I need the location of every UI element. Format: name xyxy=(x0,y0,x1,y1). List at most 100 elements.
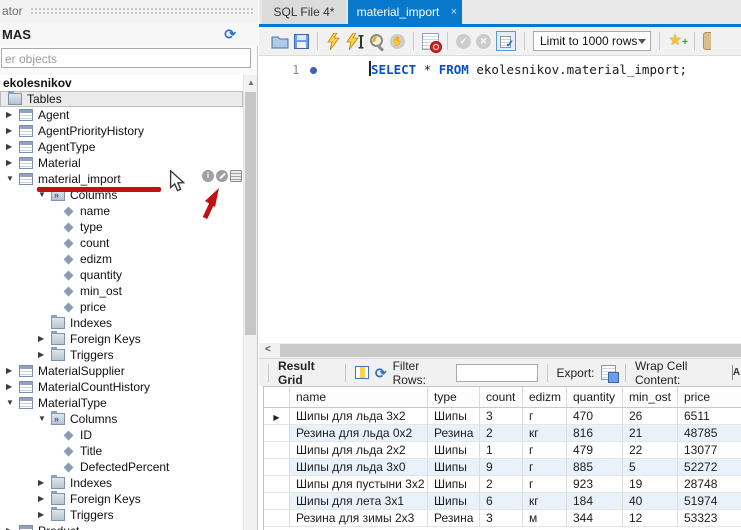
cell[interactable]: 51974 xyxy=(678,493,741,510)
cell[interactable]: 9 xyxy=(480,459,523,476)
export-icon[interactable] xyxy=(601,365,616,380)
execute-icon[interactable] xyxy=(326,33,340,50)
tree-item-tables[interactable]: Tables xyxy=(0,91,243,107)
refresh-schemas-icon[interactable]: ⟳ xyxy=(224,27,236,41)
cell[interactable]: г xyxy=(523,408,567,425)
tree-item-column[interactable]: price xyxy=(0,299,243,315)
cell[interactable]: 923 xyxy=(567,476,623,493)
scroll-left-icon[interactable]: < xyxy=(265,344,271,355)
schema-filter-input[interactable]: er objects xyxy=(1,48,251,68)
cell[interactable]: 6511 xyxy=(678,408,741,425)
collapse-icon[interactable] xyxy=(6,171,19,187)
tab-sql-file[interactable]: SQL File 4* xyxy=(262,0,346,24)
tree-item-indexes[interactable]: Indexes xyxy=(0,315,243,331)
cell[interactable]: г xyxy=(523,459,567,476)
tree-item-triggers[interactable]: Triggers xyxy=(0,347,243,363)
cell[interactable]: Шипы для лета 3x1 xyxy=(290,493,428,510)
scrollbar-thumb[interactable] xyxy=(245,92,256,335)
cell[interactable]: Резина для зимы 2x3 xyxy=(290,510,428,527)
editor-horizontal-scrollbar[interactable]: < xyxy=(259,343,741,358)
expand-icon[interactable] xyxy=(6,139,19,155)
expand-icon[interactable] xyxy=(6,155,19,171)
row-selector[interactable] xyxy=(264,510,290,527)
tree-item-column[interactable]: edizm xyxy=(0,251,243,267)
sql-code-editor[interactable]: 1 SELECT * FROM ekolesnikov.material_imp… xyxy=(259,56,741,343)
cell[interactable]: 2 xyxy=(480,425,523,442)
tree-item-table[interactable]: MaterialSupplier xyxy=(0,363,243,379)
refresh-results-icon[interactable]: ⟳ xyxy=(375,366,387,380)
cell[interactable]: Шипы xyxy=(428,493,480,510)
cell[interactable]: 3 xyxy=(480,510,523,527)
row-selector[interactable] xyxy=(264,459,290,476)
cell[interactable]: 1 xyxy=(480,442,523,459)
tree-item-column[interactable]: DefectedPercent xyxy=(0,459,243,475)
tree-item-columns[interactable]: Columns xyxy=(0,411,243,427)
cell[interactable]: 40 xyxy=(623,493,678,510)
explain-icon[interactable] xyxy=(369,33,385,49)
table-row[interactable]: Шипы для пустыни 3x2 Шипы 2 г 923 19 287… xyxy=(264,476,741,493)
row-selector[interactable] xyxy=(264,476,290,493)
expand-icon[interactable] xyxy=(38,507,51,523)
tree-item-schema[interactable]: ekolesnikov xyxy=(0,75,243,91)
cell[interactable]: 19 xyxy=(623,476,678,493)
scroll-up-icon[interactable]: ▲ xyxy=(244,75,258,90)
wrap-cell-content-icon[interactable]: A xyxy=(732,365,741,380)
cell[interactable]: 12 xyxy=(623,510,678,527)
cell[interactable]: Шипы для пустыни 3x2 xyxy=(290,476,428,493)
tree-item-column[interactable]: ID xyxy=(0,427,243,443)
tree-scrollbar[interactable]: ▲ xyxy=(243,75,257,530)
cell[interactable]: Шипы для льда 3x2 xyxy=(290,408,428,425)
cell[interactable]: 21 xyxy=(623,425,678,442)
cell[interactable]: 52272 xyxy=(678,459,741,476)
save-icon[interactable] xyxy=(294,34,309,49)
execute-current-icon[interactable] xyxy=(345,33,364,50)
expand-icon[interactable] xyxy=(38,347,51,363)
tree-item-materialtype[interactable]: MaterialType xyxy=(0,395,243,411)
column-header[interactable]: count xyxy=(480,387,523,407)
expand-icon[interactable] xyxy=(38,475,51,491)
row-selector[interactable] xyxy=(264,442,290,459)
tree-item-column[interactable]: Title xyxy=(0,443,243,459)
cell[interactable]: 22 xyxy=(623,442,678,459)
cell[interactable]: 48785 xyxy=(678,425,741,442)
tree-item-table[interactable]: Product xyxy=(0,523,243,530)
open-file-icon[interactable] xyxy=(271,34,289,49)
row-selector[interactable] xyxy=(264,425,290,442)
cell[interactable]: 344 xyxy=(567,510,623,527)
expand-icon[interactable] xyxy=(6,363,19,379)
table-row[interactable]: Шипы для льда 3x2 Шипы 3 г 470 26 6511 xyxy=(264,408,741,425)
cell[interactable]: Шипы для льда 3x0 xyxy=(290,459,428,476)
cell[interactable]: 28748 xyxy=(678,476,741,493)
table-info-icon[interactable]: i xyxy=(202,170,214,182)
cell[interactable]: Шипы xyxy=(428,459,480,476)
cell[interactable]: 816 xyxy=(567,425,623,442)
column-header[interactable]: price xyxy=(678,387,741,407)
tree-item-table[interactable]: Agent xyxy=(0,107,243,123)
tree-item-column[interactable]: count xyxy=(0,235,243,251)
tree-item-column[interactable]: quantity xyxy=(0,267,243,283)
expand-icon[interactable] xyxy=(6,379,19,395)
cell[interactable]: 470 xyxy=(567,408,623,425)
cell[interactable]: Резина xyxy=(428,425,480,442)
cell[interactable]: Шипы xyxy=(428,408,480,425)
cell[interactable]: 26 xyxy=(623,408,678,425)
tab-material-import[interactable]: material_import × xyxy=(348,0,462,24)
cell[interactable]: 2 xyxy=(480,476,523,493)
table-row[interactable]: Шипы для лета 3x1 Шипы 6 кг 184 40 51974 xyxy=(264,493,741,510)
expand-icon[interactable] xyxy=(38,491,51,507)
table-row[interactable]: Шипы для льда 3x0 Шипы 9 г 885 5 52272 xyxy=(264,459,741,476)
cell[interactable]: Шипы xyxy=(428,476,480,493)
cell[interactable]: 53323 xyxy=(678,510,741,527)
collapse-icon[interactable] xyxy=(38,411,51,427)
cell[interactable]: Резина xyxy=(428,510,480,527)
tree-item-table[interactable]: AgentType xyxy=(0,139,243,155)
cell[interactable]: 885 xyxy=(567,459,623,476)
column-header[interactable]: name xyxy=(290,387,428,407)
tree-item-indexes[interactable]: Indexes xyxy=(0,475,243,491)
column-header[interactable]: type xyxy=(428,387,480,407)
cell[interactable]: Шипы xyxy=(428,442,480,459)
column-header[interactable]: quantity xyxy=(567,387,623,407)
tree-item-foreign-keys[interactable]: Foreign Keys xyxy=(0,491,243,507)
expand-icon[interactable] xyxy=(6,107,19,123)
cell[interactable]: Резина для льда 0x2 xyxy=(290,425,428,442)
